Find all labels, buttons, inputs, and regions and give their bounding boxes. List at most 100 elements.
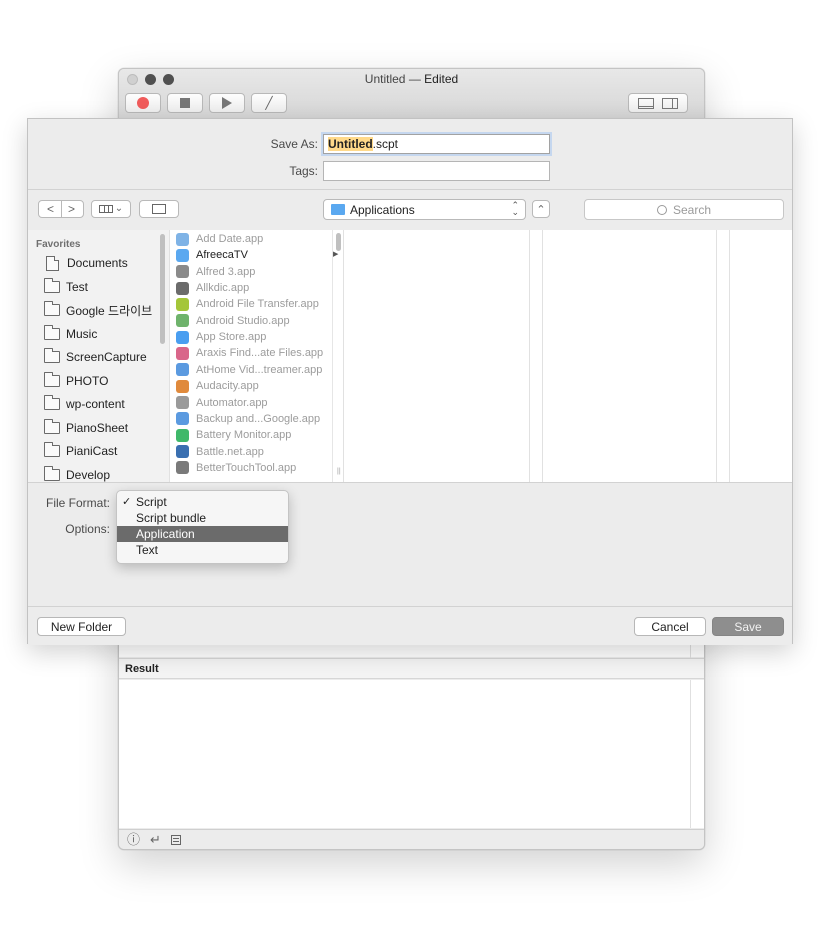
file-name: Automator.app	[196, 396, 268, 409]
window-title-separator: —	[405, 72, 425, 86]
sidebar-item[interactable]: PHOTO	[44, 370, 108, 392]
folder-icon	[44, 371, 60, 387]
file-list-item[interactable]: Battery Monitor.app	[176, 427, 291, 443]
column-scrollbar[interactable]: ||	[332, 230, 343, 482]
popup-down-arrow: ⌄	[511, 207, 519, 217]
app-icon	[176, 330, 189, 344]
file-format-option[interactable]: Application	[117, 526, 288, 542]
app-icon	[176, 363, 189, 377]
file-list-item[interactable]: Android File Transfer.app	[176, 296, 319, 312]
file-list-item[interactable]: Araxis Find...ate Files.app	[176, 345, 323, 361]
folder-icon	[44, 301, 60, 316]
folder-group-icon	[152, 204, 166, 214]
view-mode-button[interactable]: ⌄	[91, 200, 131, 218]
sidebar-scrollbar[interactable]	[160, 234, 165, 344]
result-area	[119, 680, 704, 828]
cancel-button[interactable]: Cancel	[634, 617, 706, 636]
new-folder-button[interactable]: New Folder	[37, 617, 126, 636]
file-name: Alfred 3.app	[196, 265, 256, 278]
stop-button[interactable]	[167, 93, 203, 113]
file-format-option[interactable]: Script bundle	[117, 510, 288, 526]
file-format-option[interactable]: Text	[117, 542, 288, 558]
file-list-item[interactable]: Battle.net.app	[176, 444, 264, 460]
file-list-item[interactable]: Alfred 3.app	[176, 264, 255, 280]
sidebar-item-label: PHOTO	[66, 373, 109, 388]
chevron-down-icon: ⌄	[114, 203, 124, 214]
file-list-item[interactable]: App Store.app	[176, 329, 266, 345]
show-bottom-pane-icon[interactable]	[638, 97, 654, 109]
file-format-option-label: Text	[136, 543, 159, 557]
sidebar-item[interactable]: wp-content	[44, 393, 125, 415]
column-resize-grip[interactable]: ||	[337, 468, 341, 475]
sidebar-item[interactable]: Test	[44, 276, 88, 298]
tags-field[interactable]	[323, 161, 550, 181]
forward-button[interactable]: >	[60, 201, 82, 217]
list-icon[interactable]	[170, 834, 181, 845]
group-button[interactable]	[139, 200, 179, 218]
columns-view-icon	[98, 205, 113, 213]
sidebar-item-label: PianiCast	[66, 444, 118, 458]
file-format-option-label: Application	[136, 527, 195, 541]
folder-icon	[44, 465, 60, 481]
run-button[interactable]	[209, 93, 245, 113]
app-icon	[176, 232, 189, 246]
location-label: Applications	[350, 202, 415, 217]
sidebar-item[interactable]: ScreenCapture	[44, 346, 147, 368]
back-button[interactable]: <	[41, 201, 61, 217]
file-list-item[interactable]: Allkdic.app	[176, 280, 249, 296]
file-name-extension: .scpt	[372, 137, 399, 151]
sidebar-heading: Favorites	[36, 239, 81, 250]
sidebar-item[interactable]: Google 드라이브	[44, 299, 152, 321]
play-icon	[222, 97, 232, 109]
file-list-item[interactable]: BetterTouchTool.app	[176, 460, 296, 476]
tags-label: Tags:	[289, 164, 318, 178]
folder-icon	[44, 442, 60, 457]
applications-column: Add Date.app AfreecaTV ▶ Alfred 3.app Allkdi…	[169, 230, 344, 482]
column-scroll-thumb[interactable]	[336, 233, 341, 251]
file-list-item[interactable]: AtHome Vid...treamer.app	[176, 362, 322, 378]
app-icon	[176, 297, 189, 311]
file-list-item[interactable]: AfreecaTV	[176, 247, 248, 263]
sidebar-item-label: PianoSheet	[66, 420, 129, 435]
file-list-item[interactable]: Audacity.app	[176, 378, 259, 394]
back-forward-control: < >	[38, 200, 84, 218]
compile-button[interactable]: ╱	[251, 93, 287, 113]
app-icon	[176, 412, 189, 426]
show-side-pane-icon[interactable]	[662, 97, 678, 109]
app-icon	[176, 379, 189, 393]
sidebar-item[interactable]: PianoSheet	[44, 417, 128, 439]
file-list-item[interactable]: Automator.app	[176, 395, 268, 411]
location-popup[interactable]: Applications ⌃ ⌄	[323, 199, 526, 220]
sidebar-item-label: Develop	[66, 467, 111, 482]
file-name-highlight: Untitled	[328, 137, 373, 151]
collapse-expand-button[interactable]: ⌃	[532, 200, 550, 218]
record-button[interactable]	[125, 93, 161, 113]
file-name: AfreecaTV	[196, 249, 248, 262]
info-icon[interactable]: ⓘ	[127, 833, 140, 846]
sidebar-item[interactable]: PianiCast	[44, 440, 117, 462]
save-button[interactable]: Save	[712, 617, 784, 636]
sidebar-item[interactable]: Music	[44, 323, 97, 345]
return-icon[interactable]: ↵	[150, 833, 161, 846]
window-title-name: Untitled	[364, 72, 406, 86]
file-name: Araxis Find...ate Files.app	[196, 347, 324, 360]
app-icon	[176, 346, 189, 360]
save-as-field[interactable]: Untitled.scpt	[323, 134, 550, 154]
popup-arrows-icon: ⌃ ⌄	[511, 201, 519, 217]
folder-icon	[44, 418, 60, 434]
sidebar-item-label: Google 드라이브	[66, 303, 153, 318]
search-field[interactable]: Search	[584, 199, 784, 220]
file-list-item[interactable]: Backup and...Google.app	[176, 411, 320, 427]
file-list-item[interactable]: Add Date.app	[176, 231, 263, 247]
result-scroll-divider	[690, 680, 691, 828]
column-divider	[716, 230, 717, 482]
file-name: AtHome Vid...treamer.app	[196, 363, 323, 376]
view-toggle-group[interactable]	[628, 93, 688, 113]
column-divider	[529, 230, 530, 482]
result-header: Result	[119, 658, 704, 679]
title-bar: Untitled — Edited ╱	[119, 69, 704, 120]
file-format-option[interactable]: ✓ Script	[117, 494, 288, 510]
sidebar-item[interactable]: Documents	[44, 252, 128, 274]
file-list-item[interactable]: Android Studio.app	[176, 313, 290, 329]
sidebar-item[interactable]: Develop	[44, 464, 110, 483]
